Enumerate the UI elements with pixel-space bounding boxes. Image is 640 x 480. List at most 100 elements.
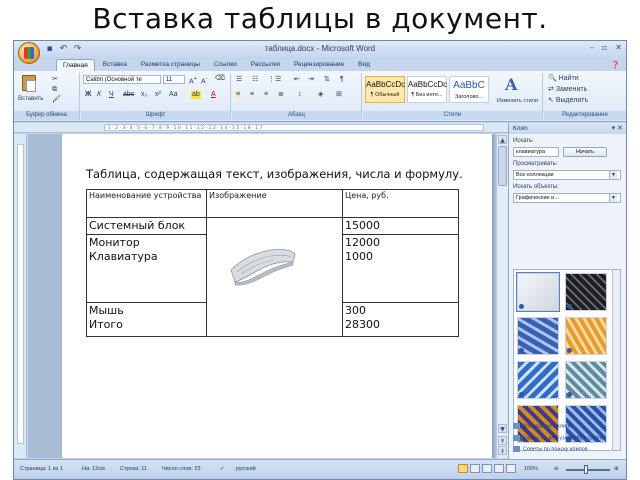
increase-indent-icon[interactable]: ⇥ — [308, 76, 314, 84]
status-page[interactable]: Страница: 1 из 1 — [20, 466, 63, 472]
tab-view[interactable]: Вид — [352, 59, 376, 71]
search-input[interactable]: клавиатура — [513, 147, 559, 157]
table-cell-price[interactable]: 12000 1000 — [342, 234, 459, 303]
find-button[interactable]: 🔍 Найти — [548, 75, 579, 83]
replace-button[interactable]: ⇄ Заменить — [548, 86, 587, 94]
full-screen-icon[interactable] — [470, 464, 480, 473]
search-go-button[interactable]: Начать — [563, 147, 607, 157]
draft-icon[interactable] — [506, 464, 516, 473]
style-heading[interactable]: AaBbC Заголово... — [449, 76, 489, 103]
chevron-down-icon[interactable]: ▼ — [609, 171, 617, 179]
tab-home[interactable]: Главная — [56, 59, 95, 71]
cut-icon[interactable]: ✂ — [52, 76, 58, 84]
outline-icon[interactable] — [494, 464, 504, 473]
multilevel-list-icon[interactable]: ⋮☰ — [268, 76, 281, 84]
prev-page-icon[interactable]: ⇞ — [498, 436, 507, 445]
table-cell-price[interactable]: 15000 — [342, 217, 459, 235]
paste-button[interactable]: Вставить — [18, 95, 43, 103]
maximize-button[interactable]: ▫ — [602, 43, 607, 52]
bullets-icon[interactable]: ☰ — [236, 76, 242, 84]
bold-icon[interactable]: Ж — [85, 91, 91, 99]
zoom-level[interactable]: 100% — [524, 466, 538, 472]
status-words[interactable]: Число слов: 23 — [162, 466, 201, 472]
table-header-image[interactable]: Изображение — [206, 189, 343, 218]
tab-mailings[interactable]: Рассылки — [245, 59, 286, 71]
chevron-down-icon[interactable]: ▼ — [609, 194, 617, 202]
document-area[interactable]: Таблица, содержащая текст, изображения, … — [28, 134, 496, 458]
zoom-out-icon[interactable]: ⊖ — [554, 466, 559, 472]
clear-format-icon[interactable]: ⌫ — [215, 75, 225, 83]
justify-icon[interactable]: ≣ — [278, 91, 284, 99]
numbering-icon[interactable]: ☷ — [252, 76, 258, 84]
table-cell-name[interactable]: Мышь Итого — [86, 302, 207, 337]
clipart-thumb-keys-light-blue[interactable] — [517, 361, 559, 399]
table-header-name[interactable]: Наименование устройства — [86, 189, 207, 218]
scope-select[interactable]: Все коллекции ▼ — [513, 170, 621, 180]
next-page-icon[interactable]: ⇟ — [498, 446, 507, 455]
tab-page-layout[interactable]: Разметка страницы — [135, 59, 206, 71]
zoom-slider[interactable] — [566, 469, 610, 471]
change-styles-icon[interactable]: A — [505, 75, 517, 94]
clipart-thumb-keys-dark[interactable] — [565, 273, 607, 311]
table-header-price[interactable]: Цена, руб. — [342, 189, 459, 218]
scroll-thumb[interactable] — [498, 146, 507, 186]
help-icon[interactable]: ❓ — [611, 61, 620, 69]
tab-references[interactable]: Ссылки — [208, 59, 243, 71]
font-size-combo[interactable]: 11 — [163, 75, 185, 84]
office-online-link[interactable]: Клипы на веб-узле Office Online — [513, 435, 604, 441]
web-layout-icon[interactable] — [482, 464, 492, 473]
tab-insert[interactable]: Вставка — [97, 59, 133, 71]
types-select[interactable]: Графические и... ▼ — [513, 193, 621, 203]
clipart-thumb-keys-teal[interactable] — [565, 361, 607, 399]
table-cell-name[interactable]: Монитор Клавиатура — [86, 234, 207, 303]
scroll-up-arrow-icon[interactable]: ▲ — [498, 135, 507, 144]
shading-icon[interactable]: ◈ — [318, 91, 323, 99]
sort-icon[interactable]: ⇅ — [324, 76, 330, 84]
change-styles-button[interactable]: Изменить стили — [497, 97, 538, 105]
scroll-down-arrow-icon[interactable]: ▼ — [498, 424, 507, 433]
subscript-icon[interactable]: x₂ — [141, 91, 147, 99]
align-right-icon[interactable]: ≡ — [264, 91, 268, 99]
decrease-indent-icon[interactable]: ⇤ — [294, 76, 300, 84]
grow-font-icon[interactable]: A+ — [189, 75, 197, 86]
style-normal[interactable]: AaBbCcDc ¶ Обычный — [365, 76, 405, 103]
superscript-icon[interactable]: x² — [155, 91, 161, 99]
format-painter-icon[interactable]: 🖌 — [52, 96, 61, 104]
spellcheck-icon[interactable]: ✓ — [220, 466, 225, 472]
strikethrough-icon[interactable]: abc — [123, 91, 134, 99]
print-layout-icon[interactable] — [458, 464, 468, 473]
style-no-spacing[interactable]: AaBbCcDc ¶ Без инте... — [407, 76, 447, 103]
office-button[interactable] — [18, 42, 40, 64]
status-line[interactable]: Строка: 11 — [120, 466, 147, 472]
status-position[interactable]: На: 12см — [82, 466, 105, 472]
table-cell-name[interactable]: Системный блок — [86, 217, 207, 235]
line-spacing-icon[interactable]: ↕ — [298, 91, 302, 99]
italic-icon[interactable]: К — [97, 91, 101, 99]
highlight-icon[interactable]: ab — [191, 91, 201, 99]
clipart-thumb-keyboard[interactable] — [516, 272, 560, 312]
document-page[interactable]: Таблица, содержащая текст, изображения, … — [62, 134, 492, 458]
underline-icon[interactable]: Ч — [109, 91, 114, 99]
horizontal-ruler[interactable]: ·1·2·3·4·5·6·7·8·9·10·11·12·13·14·15·16·… — [14, 123, 508, 133]
vertical-ruler[interactable] — [14, 134, 27, 458]
show-marks-icon[interactable]: ¶ — [340, 76, 344, 84]
table-cell-image[interactable] — [206, 217, 343, 337]
document-table[interactable]: Наименование устройства Изображение Цена… — [86, 189, 459, 337]
close-button[interactable]: ✕ — [615, 43, 622, 52]
status-language[interactable]: русский — [236, 466, 256, 472]
zoom-in-icon[interactable]: ⊕ — [614, 466, 619, 472]
align-center-icon[interactable]: ≡ — [250, 91, 254, 99]
tab-review[interactable]: Рецензирование — [288, 59, 350, 71]
zoom-slider-thumb[interactable] — [584, 465, 588, 474]
minimize-button[interactable]: – — [590, 43, 594, 52]
close-pane-icon[interactable]: ▾ ✕ — [612, 123, 623, 134]
document-scrollbar[interactable]: ▲ ▼ ⇞ ⇟ — [496, 134, 508, 458]
organize-clips-link[interactable]: Упорядочить клипы... — [513, 423, 578, 429]
table-cell-price[interactable]: 300 28300 — [342, 302, 459, 337]
clipart-thumb-keys-blue[interactable] — [517, 317, 559, 355]
paste-icon[interactable] — [22, 75, 36, 92]
results-scrollbar[interactable] — [612, 270, 620, 450]
borders-icon[interactable]: ⊞ — [336, 91, 342, 99]
change-case-icon[interactable]: Aa — [169, 91, 178, 99]
font-color-icon[interactable]: A — [211, 91, 216, 99]
